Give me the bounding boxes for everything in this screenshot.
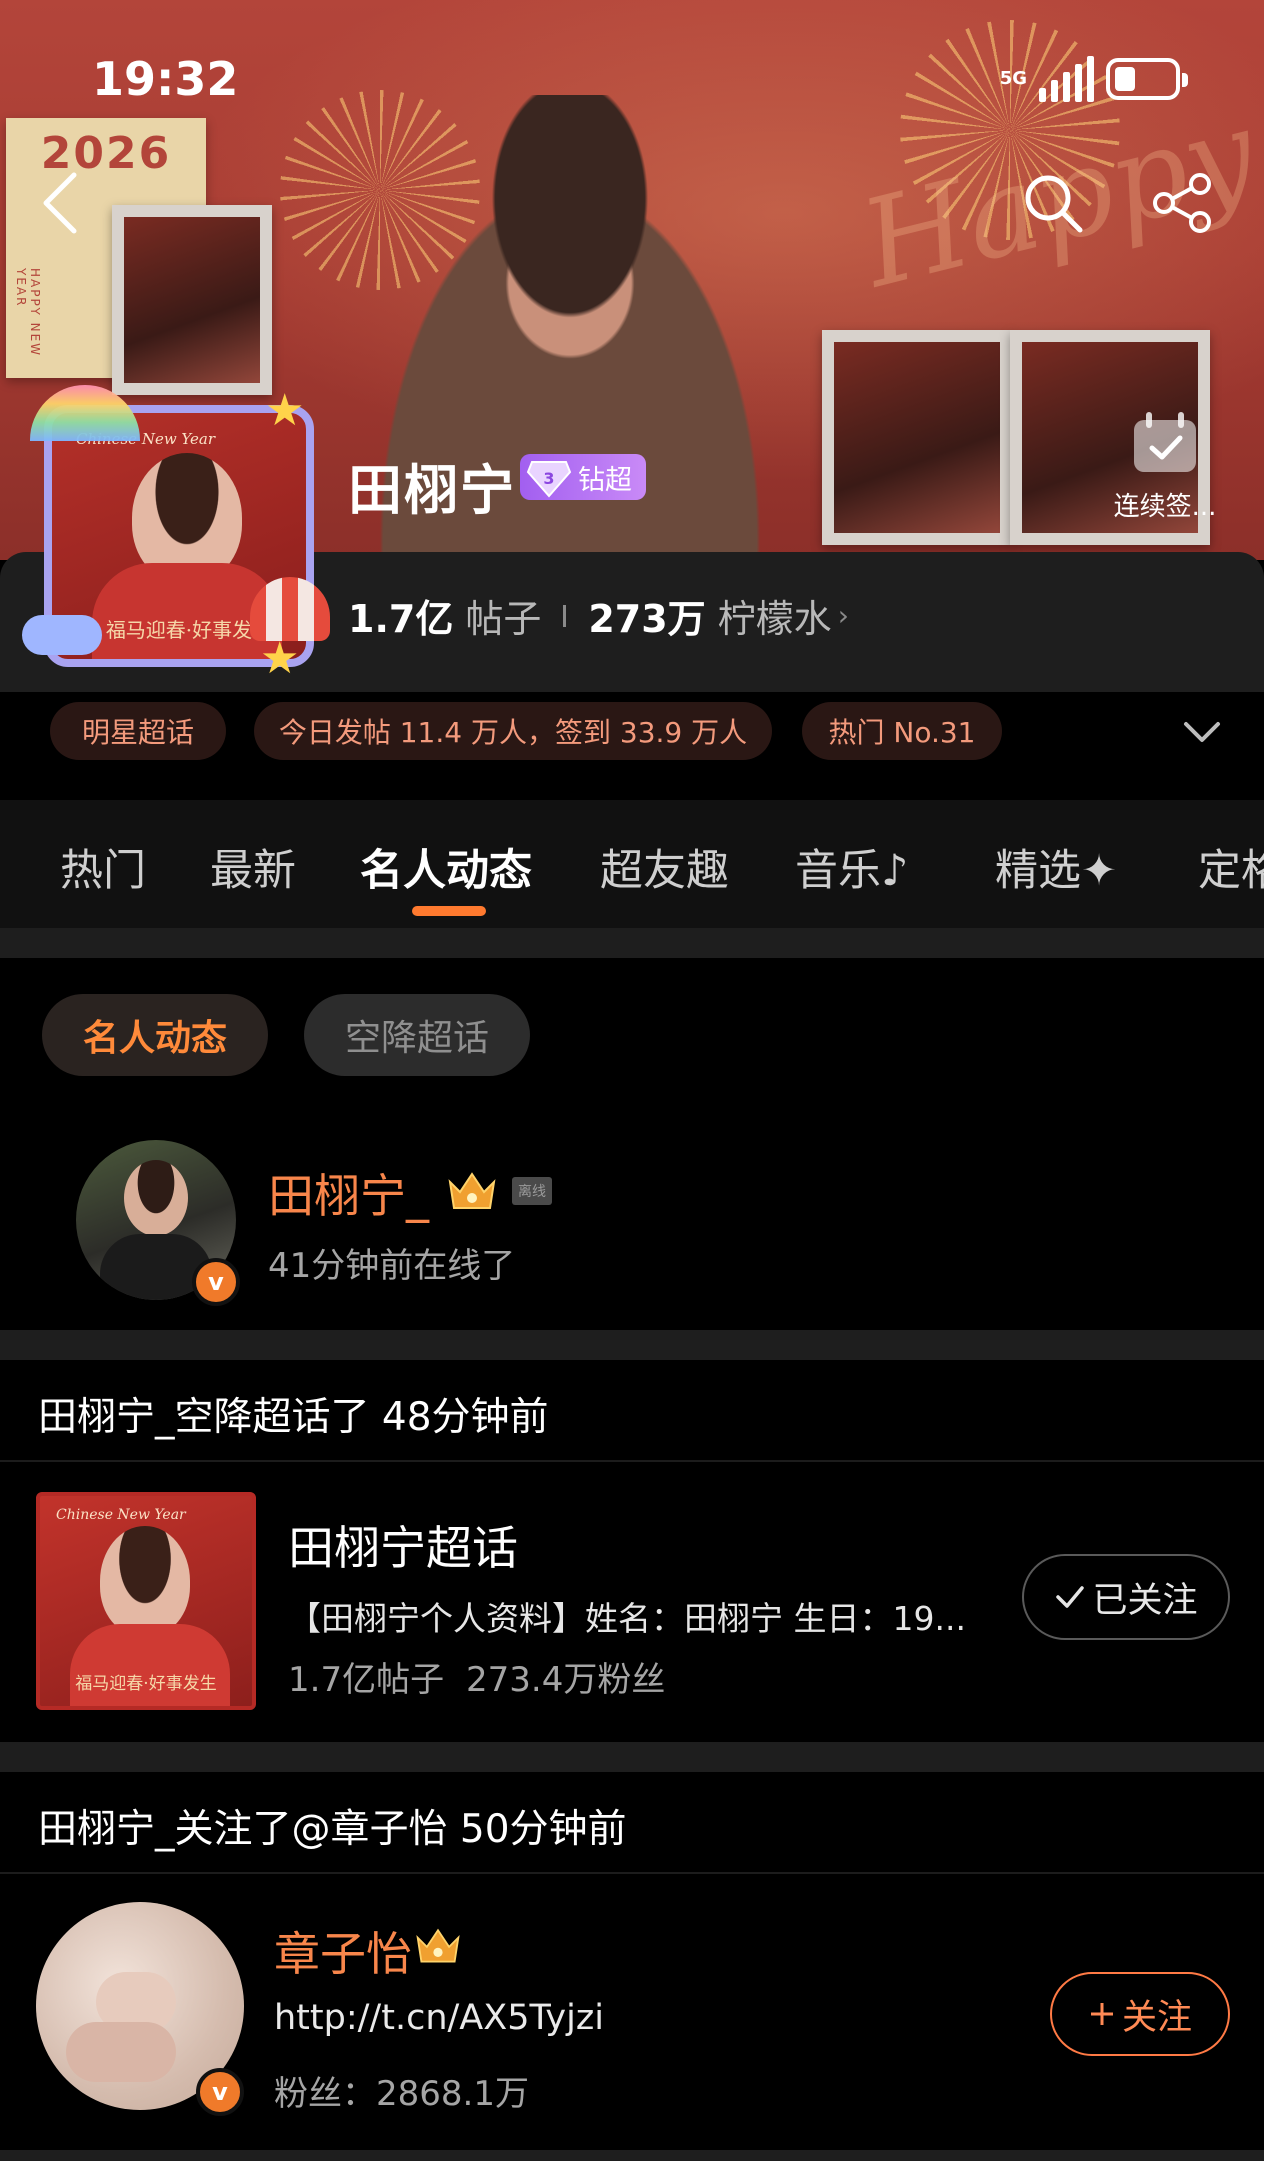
tag-row: 明星超话 今日发帖 11.4 万人，签到 33.9 万人 热门 No.31 [0, 692, 1264, 792]
tab-fan-fun[interactable]: 超友趣 [600, 836, 729, 898]
follow-button[interactable]: 关注 [1050, 1972, 1230, 2056]
calendar-check-icon [1134, 412, 1196, 472]
offline-tag: 离线 [512, 1177, 552, 1205]
cover-blessing: 福马迎春·好事发生 [75, 1674, 217, 1694]
supertopic-avatar[interactable]: Chinese New Year 福马迎春·好事发 ★ ★ [22, 385, 330, 685]
following-button[interactable]: 已关注 [1022, 1554, 1230, 1640]
tab-featured-label: 精选 [995, 846, 1081, 896]
rainbow-decoration [30, 385, 140, 441]
following-button-label: 已关注 [1092, 1580, 1198, 1621]
feed-header: 田栩宁_空降超话了 48分钟前 [38, 1395, 549, 1440]
feed-header: 田栩宁_关注了@章子怡 50分钟前 [38, 1807, 627, 1852]
status-icons: 5G [1000, 56, 1188, 102]
photo-card [112, 205, 272, 395]
supertopic-desc: 【田栩宁个人资料】姓名：田栩宁 生日：19... [288, 1599, 966, 1638]
tag-hot-rank[interactable]: 热门 No.31 [802, 702, 1002, 760]
star-icon: ★ [260, 633, 300, 684]
row-divider [0, 1872, 1264, 1874]
back-button[interactable] [30, 168, 90, 238]
check-icon [1056, 1586, 1085, 1608]
parachute-decoration [250, 577, 330, 641]
level-badge[interactable]: 3 钻超 [520, 454, 646, 500]
search-button[interactable] [1018, 168, 1088, 238]
stats-row: 1.7亿 帖子 273万 柠檬水 › [348, 588, 849, 643]
section-divider [0, 1742, 1264, 1772]
share-icon [1153, 173, 1211, 233]
star-icon: ★ [265, 385, 305, 436]
photo-card [822, 330, 1012, 545]
tab-hot[interactable]: 热门 [60, 836, 146, 898]
search-icon [1025, 175, 1083, 233]
music-note-icon: ♪ [881, 846, 909, 896]
signal-icon [1039, 56, 1094, 102]
crown-icon [416, 1928, 460, 1963]
verified-icon: v [196, 2068, 244, 2116]
battery-icon [1106, 58, 1188, 100]
crown-icon [448, 1172, 496, 1209]
posts-count: 1.7亿 [348, 597, 454, 641]
plus-icon [1090, 2003, 1113, 2025]
tab-latest[interactable]: 最新 [210, 836, 296, 898]
cover-caption: Chinese New Year [56, 1507, 186, 1523]
lemon-count: 273万 [588, 597, 706, 641]
tab-music-label: 音乐 [795, 846, 881, 896]
diamond-icon: 3 [526, 461, 572, 498]
tab-featured[interactable]: 精选✦ [995, 836, 1117, 898]
badge-label: 钻超 [578, 464, 632, 496]
status-time: 19:32 [92, 52, 239, 106]
stats-separator [563, 604, 567, 627]
filter-celebrity-updates[interactable]: 名人动态 [42, 994, 268, 1076]
supertopic-title[interactable]: 田栩宁超话 [288, 1512, 518, 1578]
chevron-right-icon: › [837, 599, 849, 632]
share-button[interactable] [1148, 168, 1218, 238]
banner-vertical-text: HAPPY NEW YEAR [14, 268, 42, 358]
cloud-decoration [22, 615, 102, 655]
checkin-label: 连续签... [1113, 492, 1217, 522]
supertopic-fans: 273.4万粉丝 [466, 1660, 666, 1700]
supertopic-cover[interactable]: Chinese New Year 福马迎春·好事发生 [36, 1492, 256, 1710]
expand-button[interactable] [1178, 708, 1226, 756]
user-link[interactable]: http://t.cn/AX5Tyjzi [274, 1998, 604, 2038]
lemon-unit: 柠檬水 [717, 597, 832, 641]
network-indicator: 5G [1000, 70, 1027, 88]
user-fans: 粉丝：2868.1万 [274, 2074, 529, 2114]
tag-today-stats[interactable]: 今日发帖 11.4 万人，签到 33.9 万人 [254, 702, 772, 760]
user-name[interactable]: 章子怡 [274, 1918, 412, 1984]
page-title: 田栩宁 [348, 459, 516, 522]
tab-frozen-moment[interactable]: 定格 [1198, 836, 1264, 898]
follow-button-label: 关注 [1121, 1997, 1192, 2038]
row-divider [0, 1460, 1264, 1462]
tag-star-topic[interactable]: 明星超话 [50, 702, 226, 760]
section-divider [0, 2150, 1264, 2161]
network-type: 5G [999, 68, 1027, 89]
lemon-stat[interactable]: 273万 柠檬水 › [588, 588, 849, 643]
online-status: 41分钟前在线了 [268, 1246, 516, 1286]
tab-celebrity-updates[interactable]: 名人动态 [360, 836, 532, 898]
chevron-down-icon [1184, 722, 1220, 742]
filter-airdrop-topic[interactable]: 空降超话 [304, 994, 530, 1076]
checkin-button[interactable]: 连续签... [1080, 410, 1250, 523]
verified-icon: v [192, 1258, 240, 1306]
star-icon: ✦ [1081, 846, 1118, 896]
tab-bar: 热门 最新 名人动态 超友趣 音乐♪ 精选✦ 定格 [0, 800, 1264, 928]
badge-level: 3 [543, 469, 554, 488]
posts-unit: 帖子 [465, 597, 542, 641]
tab-music[interactable]: 音乐♪ [795, 836, 908, 898]
active-tab-indicator [412, 906, 486, 916]
section-divider [0, 1330, 1264, 1360]
chevron-left-icon [43, 172, 77, 234]
section-divider [0, 928, 1264, 958]
celebrity-name[interactable]: 田栩宁_ [268, 1160, 429, 1226]
supertopic-posts: 1.7亿帖子 [288, 1660, 445, 1700]
